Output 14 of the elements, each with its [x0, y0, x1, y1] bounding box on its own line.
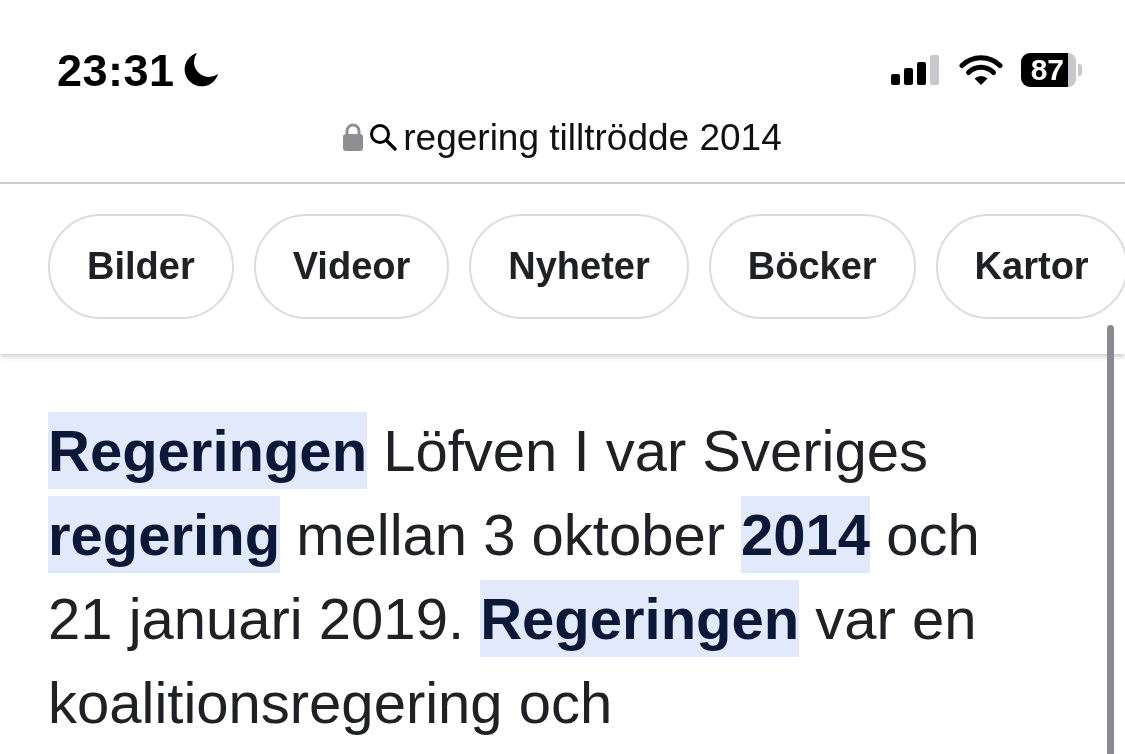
search-icon: [369, 123, 398, 151]
wifi-icon: [958, 54, 1003, 86]
status-time: 23:31: [57, 47, 175, 93]
snippet-text: Regeringen Löfven I var Sveriges regering mellan 3 oktober 2014 och 21 januari 2019. Regeringen var en koalitionsregering och: [48, 409, 1058, 745]
moon-icon: [182, 52, 219, 88]
filter-chip[interactable]: Nyheter: [469, 214, 689, 319]
signal-icon: [890, 55, 941, 85]
search-query[interactable]: regering tilltrödde 2014: [403, 118, 782, 156]
battery-indicator: 87: [1020, 53, 1082, 87]
filter-chip[interactable]: Bilder: [48, 214, 234, 319]
filter-chip[interactable]: Videor: [253, 214, 450, 319]
filter-chip[interactable]: Kartor: [935, 214, 1125, 319]
filter-chip[interactable]: Böcker: [708, 214, 916, 319]
lock-icon: [343, 123, 364, 151]
